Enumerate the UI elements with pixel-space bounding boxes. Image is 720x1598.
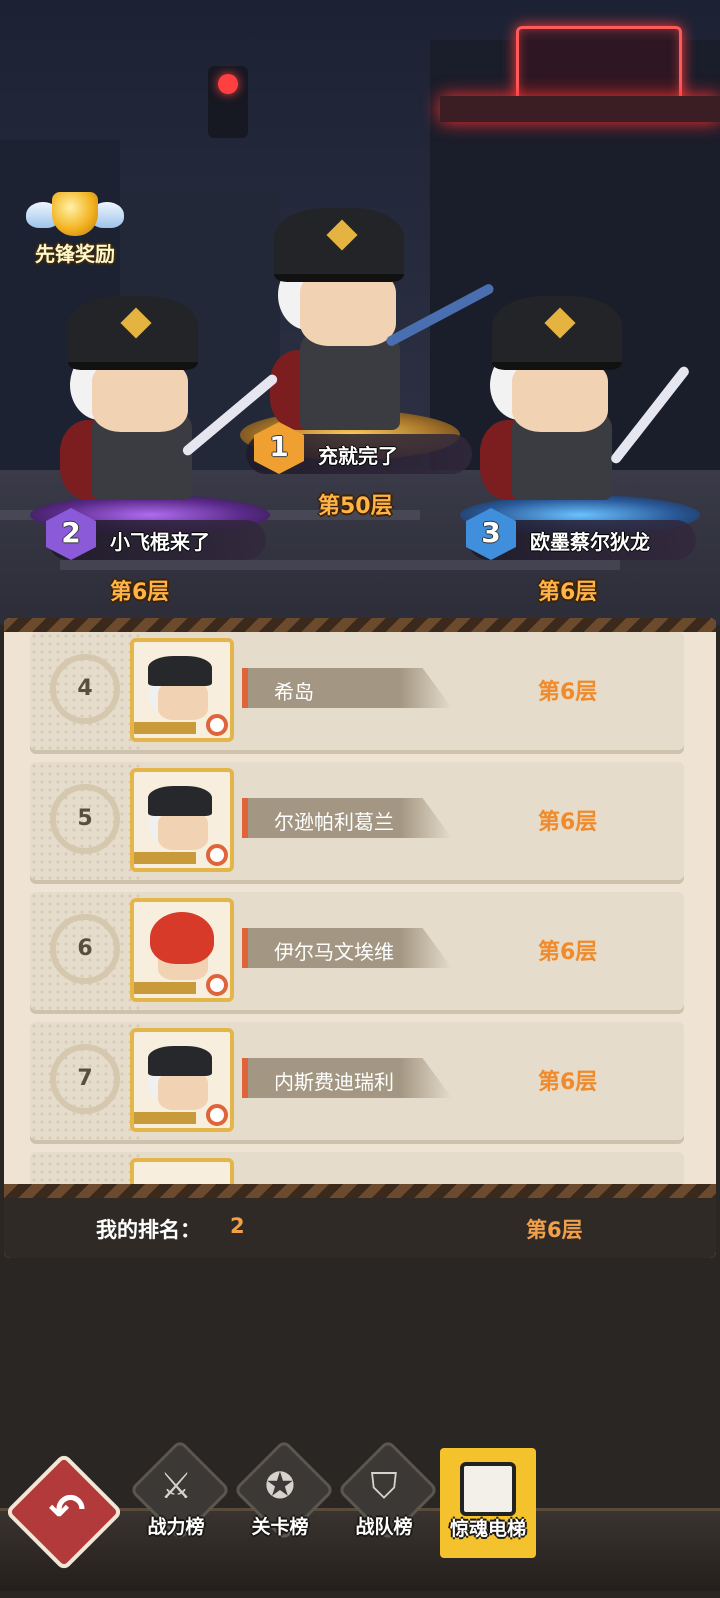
player-name: 希岛 xyxy=(274,680,314,704)
target-icon xyxy=(206,974,228,996)
player-floor: 第6层 xyxy=(538,1070,598,1095)
podium-second-floor: 第6层 xyxy=(110,580,170,605)
player-name: 尔逊帕利葛兰 xyxy=(274,810,394,834)
sabre xyxy=(609,364,691,466)
ranking-list[interactable]: 4 希岛 第6层 5 尔逊帕利葛兰 第6层 6 伊尔马文埃维 第6层 7 内斯费… xyxy=(4,632,716,1192)
face xyxy=(512,360,608,432)
target-icon xyxy=(206,714,228,736)
hazard-stripe xyxy=(4,1184,716,1198)
vanguard-reward-label: 先锋奖励 xyxy=(35,242,115,266)
my-rank-floor: 第6层 xyxy=(526,1218,583,1242)
shield-chevron-icon: ⛉ xyxy=(370,1466,398,1507)
rank-number: 7 xyxy=(77,1066,93,1091)
crossed-swords-icon: ⚔ xyxy=(159,1466,193,1507)
player-floor: 第6层 xyxy=(538,680,598,705)
podium-second-name: 小飞棍来了 xyxy=(110,530,210,554)
my-rank-label: 我的排名： xyxy=(96,1218,201,1242)
bottom-nav: ↶ ⚔ 战力榜 ✪ 关卡榜 ⛉ 战队榜 惊魂电梯 xyxy=(0,1439,720,1598)
tab-label: 关卡榜 xyxy=(251,1516,309,1538)
ranking-row[interactable]: 5 尔逊帕利葛兰 第6层 xyxy=(30,762,684,880)
rank-number: 6 xyxy=(77,936,93,961)
podium-third-name: 欧墨蔡尔狄龙 xyxy=(530,530,650,554)
tab-stage-ranking[interactable]: ✪ 关卡榜 xyxy=(230,1439,335,1568)
player-avatar[interactable] xyxy=(130,898,234,1002)
tab-label: 战队榜 xyxy=(355,1516,413,1538)
player-avatar[interactable] xyxy=(130,768,234,872)
trophy-icon xyxy=(52,192,98,236)
my-rank-bar: 我的排名： 2 第6层 xyxy=(4,1198,716,1258)
podium-first-floor: 第50层 xyxy=(318,494,393,519)
elevator-ghost-icon xyxy=(460,1462,516,1516)
cap xyxy=(68,296,198,370)
ranking-row[interactable]: 4 希岛 第6层 xyxy=(30,632,684,750)
player-name: 内斯费迪瑞利 xyxy=(274,1070,394,1094)
ranking-panel: 4 希岛 第6层 5 尔逊帕利葛兰 第6层 6 伊尔马文埃维 第6层 7 内斯费… xyxy=(4,618,716,1258)
target-icon xyxy=(206,844,228,866)
podium-third-nameplate: 3 欧墨蔡尔狄龙 xyxy=(466,508,696,560)
player-floor: 第6层 xyxy=(538,810,598,835)
tab-label: 战力榜 xyxy=(147,1516,205,1538)
rank-number: 4 xyxy=(77,676,93,701)
player-avatar[interactable] xyxy=(130,638,234,742)
podium-second-nameplate: 2 小飞棍来了 xyxy=(46,508,266,560)
traffic-light xyxy=(208,66,248,138)
player-avatar[interactable] xyxy=(130,1028,234,1132)
hazard-stripe xyxy=(4,618,716,632)
neon-sign xyxy=(516,26,682,106)
player-floor: 第6层 xyxy=(538,940,598,965)
target-icon xyxy=(206,1104,228,1126)
rank-number: 5 xyxy=(77,806,93,831)
podium-second-character[interactable] xyxy=(20,290,280,540)
tab-label: 惊魂电梯 xyxy=(449,1518,526,1540)
vanguard-reward-button[interactable]: 先锋奖励 xyxy=(20,192,130,278)
face xyxy=(92,360,188,432)
podium-third-floor: 第6层 xyxy=(538,580,598,605)
star-medal-icon: ✪ xyxy=(264,1466,296,1507)
spear xyxy=(180,372,280,458)
back-arrow-icon: ↶ xyxy=(48,1485,86,1536)
cap xyxy=(274,208,404,282)
podium-first-name: 充就完了 xyxy=(318,444,398,468)
cap xyxy=(492,296,622,370)
podium-third-character[interactable] xyxy=(450,290,710,540)
ranking-row[interactable]: 6 伊尔马文埃维 第6层 xyxy=(30,892,684,1010)
neon-strip xyxy=(440,96,720,122)
ranking-row[interactable]: 7 内斯费迪瑞利 第6层 xyxy=(30,1022,684,1140)
tab-power-ranking[interactable]: ⚔ 战力榜 xyxy=(126,1439,231,1568)
player-name: 伊尔马文埃维 xyxy=(274,940,394,964)
tab-horror-elevator[interactable]: 惊魂电梯 xyxy=(438,1448,538,1568)
tab-team-ranking[interactable]: ⛉ 战队榜 xyxy=(334,1439,439,1568)
my-rank-value: 2 xyxy=(230,1214,245,1238)
